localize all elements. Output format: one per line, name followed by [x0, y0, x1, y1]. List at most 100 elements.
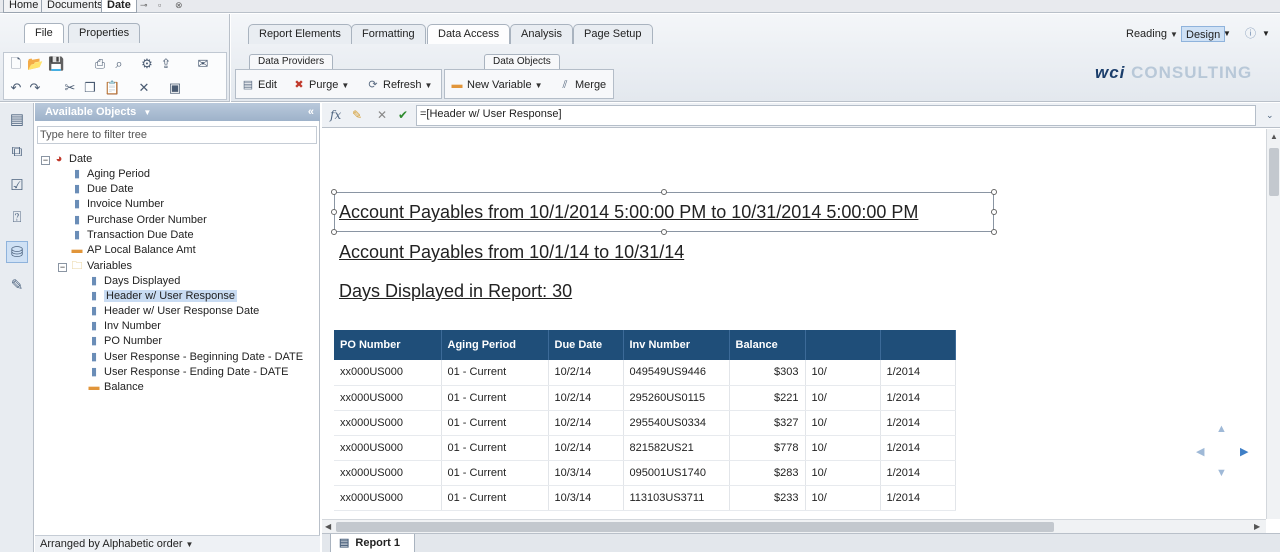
- tree-item[interactable]: ▮ Header w/ User Response Date: [87, 304, 259, 319]
- collapse-toggle-icon[interactable]: −: [58, 263, 67, 272]
- save-icon[interactable]: 💾: [48, 56, 64, 72]
- report-header-date[interactable]: Account Payables from 10/1/14 to 10/31/1…: [339, 242, 684, 263]
- pin-icon[interactable]: ⊸: [140, 0, 148, 11]
- document-summary-icon[interactable]: ▤: [6, 109, 28, 131]
- resize-handle[interactable]: [991, 229, 997, 235]
- column-header[interactable]: PO Number: [334, 330, 442, 360]
- tree-item[interactable]: ▮ Header w/ User Response: [87, 289, 238, 304]
- tab-file[interactable]: File: [24, 23, 64, 43]
- find-icon[interactable]: ⌕: [111, 56, 127, 72]
- vertical-scroll-thumb[interactable]: [1269, 148, 1279, 196]
- page-up-arrow-icon[interactable]: ▲: [1216, 423, 1227, 435]
- resize-handle[interactable]: [331, 209, 337, 215]
- report-table[interactable]: PO Number Aging Period Due Date Inv Numb…: [334, 330, 956, 511]
- tab-data-access[interactable]: Data Access: [427, 24, 511, 44]
- paste-icon[interactable]: 📋: [104, 80, 120, 96]
- tree-item[interactable]: ▮ Due Date: [70, 182, 134, 197]
- tree-item[interactable]: ▮ Aging Period: [70, 167, 150, 182]
- resize-handle[interactable]: [991, 209, 997, 215]
- tree-item[interactable]: ▮ Days Displayed: [87, 274, 180, 289]
- cancel-formula-icon[interactable]: ✕: [377, 107, 387, 123]
- help-icon[interactable]: ⓘ: [1245, 26, 1256, 42]
- page-right-arrow-icon[interactable]: ▶: [1240, 445, 1248, 458]
- tree-item[interactable]: ▬ Balance: [87, 380, 144, 395]
- table-row[interactable]: xx000US000 01 - Current 10/2/14 821582US…: [334, 435, 956, 461]
- tab-report-elements[interactable]: Report Elements: [248, 24, 352, 44]
- input-controls-icon[interactable]: ☑: [6, 175, 28, 197]
- data-icon[interactable]: ✎: [6, 275, 28, 297]
- subtab-data-providers[interactable]: Data Providers: [249, 54, 334, 69]
- sort-order-selector[interactable]: Arranged by Alphabetic order ▼: [35, 535, 320, 552]
- collapse-panel-icon[interactable]: «: [308, 103, 314, 121]
- format-painter-icon[interactable]: ▣: [167, 80, 183, 96]
- tab-current-document[interactable]: Date: [101, 0, 137, 13]
- tree-item[interactable]: ▮ Transaction Due Date: [70, 228, 194, 243]
- tree-item[interactable]: ▮ PO Number: [87, 334, 162, 349]
- collapse-toggle-icon[interactable]: −: [41, 156, 50, 165]
- table-row[interactable]: xx000US000 01 - Current 10/2/14 295260US…: [334, 385, 956, 411]
- formula-input[interactable]: =[Header w/ User Response]: [416, 105, 1256, 126]
- tree-item[interactable]: ▮ Invoice Number: [70, 197, 164, 212]
- export-icon[interactable]: ⇪: [158, 56, 174, 72]
- resize-handle[interactable]: [661, 189, 667, 195]
- column-header[interactable]: Due Date: [548, 330, 624, 360]
- vertical-scrollbar[interactable]: ▲: [1266, 129, 1280, 519]
- report-map-icon[interactable]: ⧉: [6, 141, 28, 163]
- column-header[interactable]: Inv Number: [623, 330, 730, 360]
- table-row[interactable]: xx000US000 01 - Current 10/3/14 095001US…: [334, 460, 956, 486]
- available-objects-icon[interactable]: ⛁: [6, 241, 28, 263]
- tree-folder-variables[interactable]: 🗀 Variables: [70, 259, 133, 274]
- table-row[interactable]: xx000US000 01 - Current 10/2/14 295540US…: [334, 410, 956, 436]
- design-dropdown-icon[interactable]: ▼: [1223, 26, 1231, 42]
- table-row[interactable]: xx000US000 01 - Current 10/2/14 049549US…: [334, 360, 956, 386]
- panel-menu-icon[interactable]: ▼: [143, 108, 151, 117]
- days-displayed-cell[interactable]: Days Displayed in Report: 30: [339, 281, 572, 302]
- design-mode-button[interactable]: Design: [1181, 26, 1226, 42]
- refresh-button[interactable]: ⟳ Refresh ▼: [366, 76, 432, 94]
- scroll-right-icon[interactable]: ▶: [1254, 522, 1260, 531]
- expand-formula-icon[interactable]: ⌄: [1266, 107, 1274, 123]
- page-down-arrow-icon[interactable]: ▼: [1216, 467, 1227, 479]
- undo-icon[interactable]: ↶: [8, 80, 24, 96]
- tree-root[interactable]: ◕ Date: [52, 152, 93, 167]
- resize-handle[interactable]: [661, 229, 667, 235]
- column-header[interactable]: [880, 330, 956, 360]
- new-document-icon[interactable]: 🗋: [8, 56, 24, 72]
- purge-button[interactable]: ✖ Purge ▼: [292, 76, 349, 94]
- delete-icon[interactable]: ✕: [136, 80, 152, 96]
- column-header[interactable]: Aging Period: [441, 330, 549, 360]
- mail-icon[interactable]: ✉: [195, 56, 211, 72]
- tab-documents[interactable]: Documents: [41, 0, 109, 13]
- column-header[interactable]: [805, 330, 881, 360]
- new-variable-button[interactable]: ▬ New Variable ▼: [450, 76, 543, 94]
- tab-analysis[interactable]: Analysis: [510, 24, 573, 44]
- tab-home[interactable]: Home: [3, 0, 45, 13]
- filter-tree-input[interactable]: Type here to filter tree: [37, 126, 317, 144]
- close-icon[interactable]: ⊗: [175, 0, 183, 11]
- resize-handle[interactable]: [991, 189, 997, 195]
- redo-icon[interactable]: ↷: [27, 80, 43, 96]
- tab-page-setup[interactable]: Page Setup: [573, 24, 653, 44]
- tab-properties[interactable]: Properties: [68, 23, 141, 43]
- print-icon[interactable]: ⎙: [92, 56, 108, 72]
- tree-item[interactable]: ▮ User Response - Ending Date - DATE: [87, 365, 288, 380]
- page-left-arrow-icon[interactable]: ◀: [1196, 445, 1204, 458]
- restore-icon[interactable]: ▫: [158, 0, 161, 10]
- function-icon[interactable]: fx: [330, 107, 341, 123]
- copy-icon[interactable]: ❐: [82, 80, 98, 96]
- track-changes-icon[interactable]: ⚙: [139, 56, 155, 72]
- subtab-data-objects[interactable]: Data Objects: [484, 54, 560, 69]
- open-folder-icon[interactable]: 📂: [27, 56, 43, 72]
- resize-handle[interactable]: [331, 189, 337, 195]
- column-header[interactable]: Balance: [729, 330, 806, 360]
- horizontal-scrollbar[interactable]: ◀ ▶: [322, 519, 1266, 533]
- tab-report-1[interactable]: ▤ Report 1: [330, 534, 416, 552]
- tree-item[interactable]: ▮ Inv Number: [87, 319, 161, 334]
- cut-icon[interactable]: ✂: [62, 80, 78, 96]
- tree-item[interactable]: ▬ AP Local Balance Amt: [70, 243, 196, 258]
- help-dropdown-icon[interactable]: ▼: [1262, 26, 1270, 42]
- resize-handle[interactable]: [331, 229, 337, 235]
- scroll-left-icon[interactable]: ◀: [325, 522, 331, 531]
- horizontal-scroll-thumb[interactable]: [336, 522, 1054, 532]
- table-row[interactable]: xx000US000 01 - Current 10/3/14 113103US…: [334, 485, 956, 511]
